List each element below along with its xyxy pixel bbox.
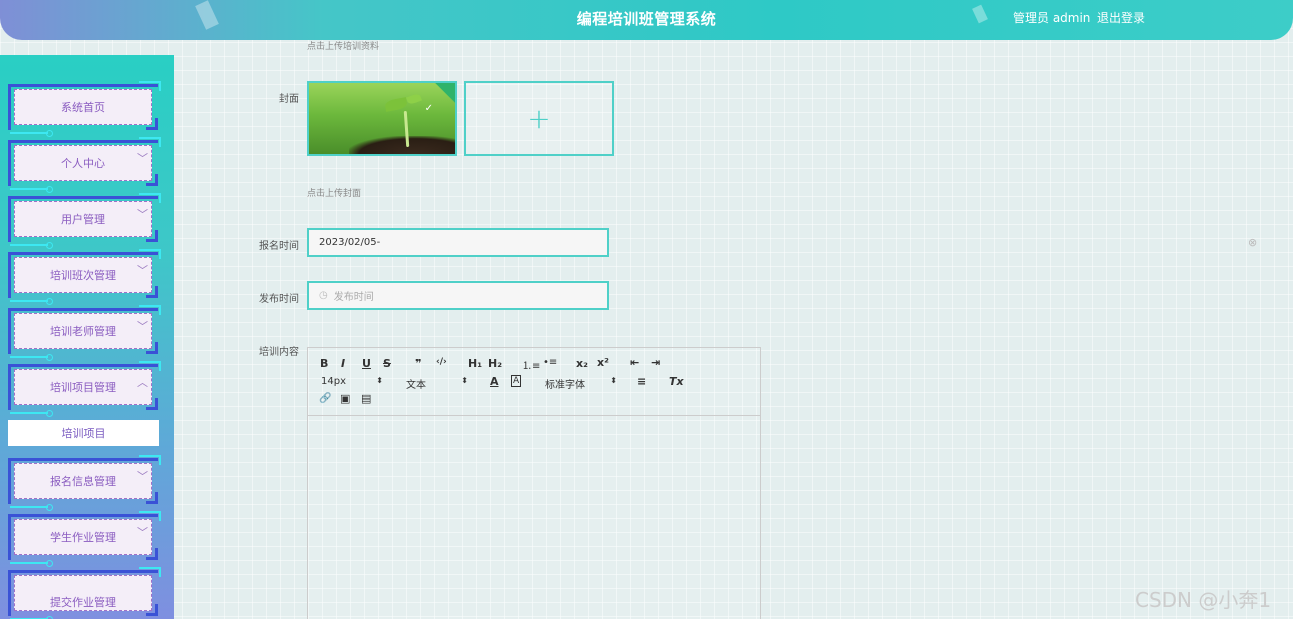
italic-button[interactable]: I <box>341 357 345 370</box>
code-button[interactable]: ‹/› <box>436 357 447 367</box>
chevron-up-icon: ︿ <box>137 376 148 389</box>
sidebar-item-label: 培训老师管理 <box>14 313 152 349</box>
add-cover-button[interactable]: + <box>464 81 614 156</box>
plus-icon: + <box>527 102 551 135</box>
publish-time-label: 发布时间 <box>259 294 299 305</box>
strike-button[interactable]: S <box>383 357 391 370</box>
h2-button[interactable]: H₂ <box>488 357 502 370</box>
select-arrow-icon: ⬍ <box>461 376 468 385</box>
heading-select[interactable]: 文本 ⬍ <box>406 376 468 391</box>
clear-format-button[interactable]: Tx <box>669 375 684 388</box>
font-family-select[interactable]: 标准字体 ⬍ <box>545 376 617 391</box>
signup-time-input[interactable]: 2023/02/05- <box>307 228 609 257</box>
chevron-down-icon: ﹀ <box>137 320 148 333</box>
signup-time-value: 2023/02/05- <box>319 237 381 248</box>
sidebar-item-users[interactable]: 用户管理 ﹀ <box>8 193 161 249</box>
sidebar-item-label: 培训班次管理 <box>14 257 152 293</box>
sidebar-item-label: 用户管理 <box>14 201 152 237</box>
sidebar-item-teachers[interactable]: 培训老师管理 ﹀ <box>8 305 161 361</box>
upload-cover-hint: 点击上传封面 <box>307 189 362 199</box>
ordered-list-button[interactable]: ⒈≡ <box>522 357 540 372</box>
top-header: 编程培训班管理系统 管理员 admin 退出登录 <box>0 0 1293 40</box>
clock-icon: ◷ <box>319 290 328 301</box>
sidebar: 系统首页 个人中心 ﹀ 用户管理 ﹀ 培训班次管理 ﹀ 培训老师管理 ﹀ 培训项… <box>0 55 174 619</box>
sidebar-item-label: 系统首页 <box>14 89 152 125</box>
upload-material-hint: 点击上传培训资料 <box>307 42 380 52</box>
submenu-item-projects[interactable]: 培训项目 <box>8 420 159 446</box>
logout-link[interactable]: 退出登录 <box>1097 9 1145 26</box>
sidebar-item-label: 报名信息管理 <box>14 463 152 499</box>
current-user: 管理员 admin <box>1013 11 1091 25</box>
content-label: 培训内容 <box>259 347 299 358</box>
link-button[interactable]: 🔗 <box>319 393 331 404</box>
chevron-down-icon: ﹀ <box>137 152 148 165</box>
chevron-down-icon: ﹀ <box>137 470 148 483</box>
select-arrow-icon: ⬍ <box>610 376 617 385</box>
superscript-button[interactable]: x² <box>597 356 609 369</box>
editor-toolbar: B I U S ❞ ‹/› H₁ H₂ ⒈≡ •≡ x₂ x² ⇤ ⇥ 14px… <box>308 348 760 416</box>
sidebar-item-signups[interactable]: 报名信息管理 ﹀ <box>8 455 161 511</box>
publish-time-input[interactable]: ◷ 发布时间 <box>307 281 609 310</box>
sidebar-item-label: 培训项目管理 <box>14 369 152 405</box>
h1-button[interactable]: H₁ <box>468 357 482 370</box>
sidebar-item-label: 提交作业管理 <box>14 575 152 611</box>
sidebar-item-classes[interactable]: 培训班次管理 ﹀ <box>8 249 161 305</box>
cover-label: 封面 <box>279 94 299 105</box>
circle-close-icon[interactable]: ⊗ <box>1248 236 1257 249</box>
bold-button[interactable]: B <box>320 357 328 370</box>
quote-button[interactable]: ❞ <box>415 357 421 370</box>
align-button[interactable]: ≡ <box>637 375 646 388</box>
sidebar-item-submissions[interactable]: 提交作业管理 <box>8 567 161 619</box>
sidebar-item-homework[interactable]: 学生作业管理 ﹀ <box>8 511 161 567</box>
subscript-button[interactable]: x₂ <box>576 357 588 370</box>
font-color-button[interactable]: A <box>490 375 499 388</box>
indent-left-button[interactable]: ⇤ <box>630 356 639 369</box>
sidebar-item-label: 个人中心 <box>14 145 152 181</box>
sidebar-item-projects[interactable]: 培训项目管理 ︿ <box>8 361 161 417</box>
sidebar-item-home[interactable]: 系统首页 <box>8 81 161 137</box>
chevron-down-icon: ﹀ <box>137 526 148 539</box>
bg-color-button[interactable]: A <box>511 375 522 387</box>
watermark: CSDN @小奔1 <box>1135 588 1272 612</box>
rich-text-editor[interactable]: B I U S ❞ ‹/› H₁ H₂ ⒈≡ •≡ x₂ x² ⇤ ⇥ 14px… <box>307 347 761 619</box>
indent-right-button[interactable]: ⇥ <box>651 356 660 369</box>
signup-time-label: 报名时间 <box>259 241 299 252</box>
image-button[interactable]: ▣ <box>340 392 350 405</box>
cover-thumbnail[interactable]: ✓ <box>307 81 457 156</box>
bullet-list-button[interactable]: •≡ <box>543 357 557 368</box>
sidebar-item-profile[interactable]: 个人中心 ﹀ <box>8 137 161 193</box>
video-button[interactable]: ▤ <box>361 392 371 405</box>
publish-time-placeholder: 发布时间 <box>333 292 374 303</box>
check-icon: ✓ <box>424 103 433 114</box>
select-arrow-icon: ⬍ <box>376 376 383 385</box>
chevron-down-icon: ﹀ <box>137 264 148 277</box>
chevron-down-icon: ﹀ <box>137 208 148 221</box>
underline-button[interactable]: U <box>362 357 371 370</box>
font-size-select[interactable]: 14px ⬍ <box>321 376 383 388</box>
sidebar-item-label: 学生作业管理 <box>14 519 152 555</box>
